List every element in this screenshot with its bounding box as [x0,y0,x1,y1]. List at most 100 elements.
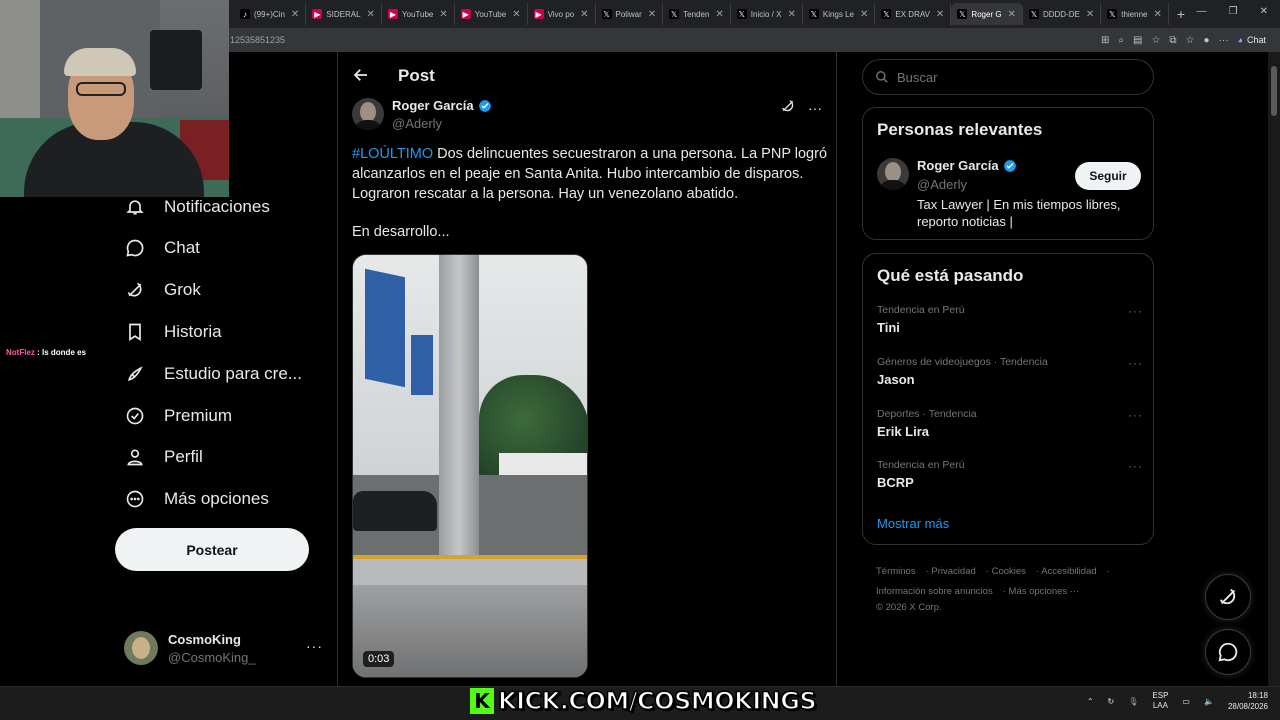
close-tab-icon[interactable]: ✕ [439,9,447,20]
close-tab-icon[interactable]: ✕ [1008,9,1016,20]
browser-tab[interactable]: ♪ (99+)Cin ✕ [234,3,307,25]
extensions-icon[interactable]: ⧉ [1169,35,1176,46]
trend-item[interactable]: Tendencia en Perú Tini ··· [877,304,1143,344]
trend-meta: Deportes · Tendencia [877,408,977,420]
maximize-icon[interactable]: ❐ [1229,6,1238,17]
close-tab-icon[interactable]: ✕ [936,9,944,20]
url-text[interactable]: 12535851235 [230,35,285,45]
close-tab-icon[interactable]: ✕ [580,9,588,20]
reading-mode-icon[interactable]: ▤ [1133,35,1142,46]
search-input[interactable] [897,69,1137,85]
search-box[interactable] [862,59,1154,95]
scrollbar-thumb[interactable] [1271,66,1277,116]
page-scrollbar[interactable] [1268,52,1280,686]
nav-item-premium[interactable]: Premium [124,401,232,431]
browser-tab[interactable]: 𝕏 Kings Le ✕ [803,3,876,25]
close-tab-icon[interactable]: ✕ [1086,9,1094,20]
browser-tab[interactable]: ▶ YouTube ✕ [455,3,528,25]
nav-item-profile[interactable]: Perfil [124,442,203,472]
nav-item-history[interactable]: Historia [124,317,222,347]
close-tab-icon[interactable]: ✕ [291,9,299,20]
language-indicator[interactable]: ESP LAA [1152,691,1168,711]
browser-tab[interactable]: 𝕏 DDDD-DE ✕ [1023,3,1102,25]
trend-more-icon[interactable]: ··· [1128,459,1143,473]
author-name-row[interactable]: Roger García [392,98,492,113]
follow-button[interactable]: Seguir [1075,162,1141,190]
footer-more-link[interactable]: Más opciones ··· [1009,586,1080,597]
grok-floating-button[interactable] [1205,574,1251,620]
trend-item[interactable]: Géneros de videojuegos · Tendencia Jason… [877,356,1143,396]
footer-copyright: © 2026 X Corp. [876,602,942,613]
network-icon[interactable]: ▭ [1182,697,1190,706]
close-tab-icon[interactable]: ✕ [715,9,723,20]
browser-tab[interactable]: 𝕏 Inicio / X ✕ [731,3,803,25]
zoom-icon[interactable]: ⌕ [1118,35,1124,46]
tray-chevron-icon[interactable]: ⌃ [1087,697,1094,706]
browser-tab-label: YouTube [401,9,434,19]
nav-item-grok[interactable]: Grok [124,275,201,305]
footer-privacy-link[interactable]: Privacidad [931,566,975,577]
collections-icon[interactable]: ☆ [1186,35,1195,46]
show-more-link[interactable]: Mostrar más [877,516,949,531]
relevant-avatar[interactable] [877,158,909,190]
browser-tab[interactable]: 𝕏 Poliwar ✕ [596,3,664,25]
grok-explain-icon[interactable] [780,98,796,117]
nav-label-history: Historia [164,322,222,341]
trend-meta: Tendencia en Perú [877,459,965,471]
post-video[interactable]: 0:03 [352,254,588,678]
trend-more-icon[interactable]: ··· [1128,408,1143,422]
copilot-chat-button[interactable]: ◕ Chat [1238,35,1266,45]
browser-tab[interactable]: 𝕏thienne ✕ [1101,3,1169,25]
footer-cookies-link[interactable]: Cookies [992,566,1026,577]
close-tab-icon[interactable]: ✕ [367,9,375,20]
grok-icon [1219,588,1236,605]
tray-app-icon[interactable]: ↻ [1108,697,1115,706]
favorite-star-icon[interactable]: ☆ [1151,35,1160,46]
browser-tab[interactable]: 𝕏 Tenden ✕ [663,3,731,25]
post-hashtag[interactable]: #LOÚLTIMO [352,146,433,162]
account-switcher[interactable]: CosmoKing @CosmoKing_ ··· [124,630,324,666]
footer-ads-info-link[interactable]: Información sobre anuncios [876,586,993,597]
nav-item-creator-studio[interactable]: Estudio para cre... [124,359,302,389]
back-arrow-icon[interactable] [352,66,370,84]
close-tab-icon[interactable]: ✕ [648,9,656,20]
browser-tab[interactable]: 𝕏 EX DRAV ✕ [875,3,952,25]
author-handle[interactable]: @Aderly [392,116,442,131]
new-tab-icon[interactable]: + [1177,6,1185,22]
author-avatar[interactable] [352,98,384,130]
close-tab-icon[interactable]: ✕ [860,9,868,20]
clock[interactable]: 18:18 28/08/2026 [1228,690,1268,712]
volume-icon[interactable]: 🔈 [1204,697,1214,706]
close-tab-icon[interactable]: ✕ [512,9,520,20]
browser-tab[interactable]: ▶ SIDERAL ✕ [306,3,382,25]
browser-tab[interactable]: ▶ Vivo po ✕ [528,3,596,25]
account-more-icon[interactable]: ··· [306,638,323,654]
bookmark-icon [124,321,146,343]
browser-tab[interactable]: 𝕏 Roger G ✕ [951,3,1023,25]
nav-item-chat[interactable]: Chat [124,233,200,263]
post-compose-button[interactable]: Postear [115,528,309,571]
browser-tab[interactable]: ▶ YouTube ✕ [382,3,455,25]
footer-terms-link[interactable]: Términos [876,566,916,577]
close-tab-icon[interactable]: ✕ [1153,9,1161,20]
post-more-icon[interactable]: ··· [808,100,822,116]
minimize-icon[interactable]: — [1197,6,1207,17]
trend-more-icon[interactable]: ··· [1128,356,1143,370]
app-available-icon[interactable]: ⊞ [1101,35,1109,46]
trend-item[interactable]: Tendencia en Perú BCRP ··· [877,459,1143,499]
trend-item[interactable]: Deportes · Tendencia Erik Lira ··· [877,408,1143,448]
x-logo-icon: 𝕏 [736,9,747,19]
relevant-handle[interactable]: @Aderly [917,177,967,192]
messages-floating-button[interactable] [1205,629,1251,675]
microphone-icon[interactable]: 🎙 [1128,697,1138,706]
profile-avatar-icon[interactable]: ● [1204,35,1210,46]
nav-item-more-options[interactable]: Más opciones [124,484,269,514]
footer-accessibility-link[interactable]: Accesibilidad [1041,566,1096,577]
browser-menu-icon[interactable]: ··· [1219,35,1229,46]
x-logo-icon: 𝕏 [957,9,968,19]
sidebar-footer: Términos · Privacidad · Cookies · Accesibil… [876,566,1110,613]
relevant-name-row[interactable]: Roger García [917,158,1017,173]
close-window-icon[interactable]: ✕ [1260,6,1268,17]
trend-more-icon[interactable]: ··· [1128,304,1143,318]
close-tab-icon[interactable]: ✕ [787,9,795,20]
